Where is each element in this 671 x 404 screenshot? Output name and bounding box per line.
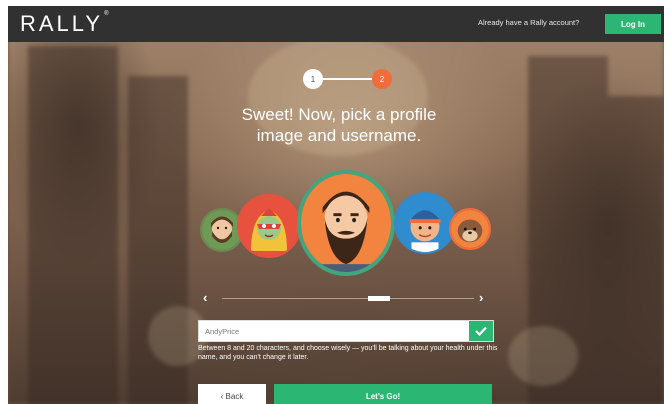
carousel-track	[222, 298, 474, 299]
superhero-woman-icon[interactable]	[237, 194, 301, 258]
username-hint-text: Between 8 and 20 characters, and choose …	[198, 345, 498, 361]
login-button[interactable]: Log In	[605, 14, 661, 34]
otter-icon[interactable]	[449, 208, 491, 250]
username-field-wrapper	[198, 320, 494, 342]
back-button[interactable]: ‹ Back	[198, 384, 266, 404]
lets-go-button[interactable]: Let's Go!	[274, 384, 492, 404]
carousel-position-indicator[interactable]	[368, 296, 390, 301]
chevron-right-icon[interactable]: ›	[479, 290, 483, 305]
chevron-left-icon[interactable]: ‹	[203, 290, 207, 305]
username-input[interactable]	[199, 321, 469, 341]
headline-line-2: image and username.	[256, 126, 422, 145]
bald-man-cap-icon[interactable]	[394, 192, 456, 254]
rally-logo[interactable]: RALLY®	[20, 11, 109, 37]
step-connector	[323, 78, 372, 80]
app-frame: RALLY® Already have a Rally account? Log…	[8, 6, 664, 404]
page-headline: Sweet! Now, pick a profile image and use…	[198, 104, 480, 146]
step-2-indicator: 2	[372, 69, 392, 89]
have-account-text: Already have a Rally account?	[478, 18, 580, 27]
bearded-man-selected-icon[interactable]	[297, 170, 395, 276]
checkmark-icon	[469, 321, 493, 341]
headline-line-1: Sweet! Now, pick a profile	[241, 105, 437, 124]
top-navigation-bar: RALLY® Already have a Rally account? Log…	[8, 6, 664, 42]
step-1-indicator: 1	[303, 69, 323, 89]
